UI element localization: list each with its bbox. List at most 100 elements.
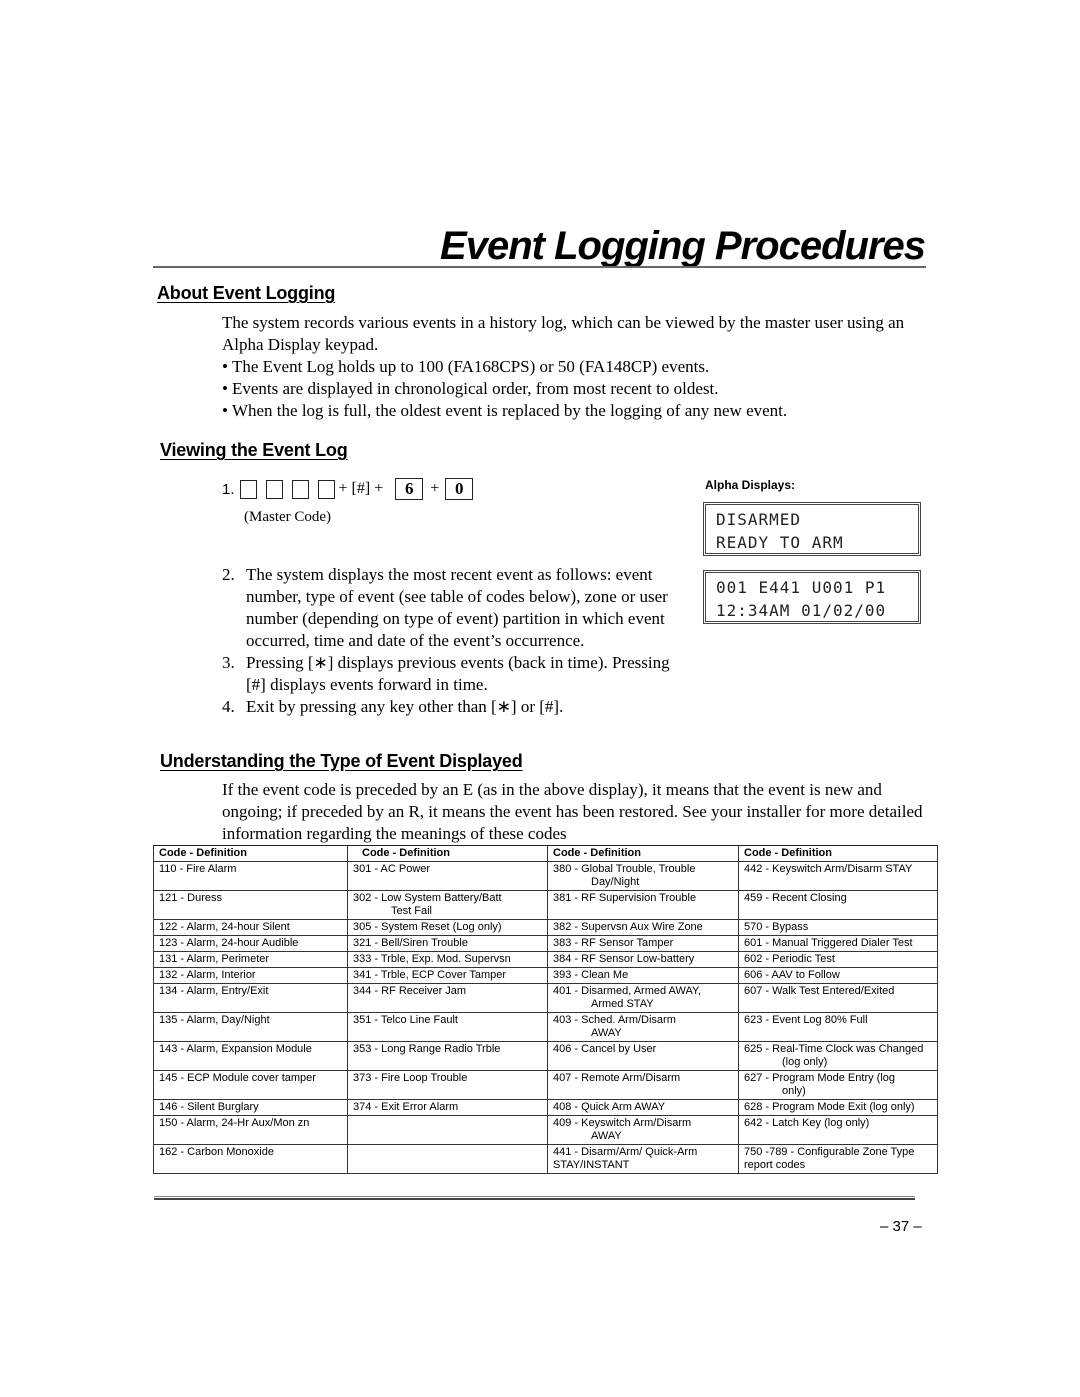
table-row: 143 - Alarm, Expansion Module 353 - Long … <box>153 1041 938 1071</box>
step-text: Pressing [∗] displays previous events (b… <box>246 653 670 694</box>
event-code-cell: 623 - Event Log 80% Full <box>738 1012 938 1042</box>
event-code-cell: 401 - Disarmed, Armed AWAY, Armed STAY <box>547 983 739 1013</box>
key-6: 6 <box>395 478 424 500</box>
event-code-cell: 384 - RF Sensor Low-battery <box>547 951 739 968</box>
master-code-digit-box <box>291 479 309 499</box>
table-row: 145 - ECP Module cover tamper 373 - Fire … <box>153 1070 938 1100</box>
event-code-cell: 380 - Global Trouble, Trouble Day/Night <box>547 861 739 891</box>
step-item: 3. Pressing [∗] displays previous events… <box>222 652 692 696</box>
cell-line-continued: Armed STAY <box>591 998 654 1010</box>
footer-divider <box>154 1198 915 1200</box>
event-code-cell: 642 - Latch Key (log only) <box>738 1115 938 1145</box>
event-code-cell: 150 - Alarm, 24-Hr Aux/Mon zn <box>153 1115 348 1145</box>
cell-line-continued: Day/Night <box>591 876 640 888</box>
event-code-cell <box>347 1115 548 1145</box>
master-code-digit-box <box>317 479 335 499</box>
master-code-label: (Master Code) <box>244 509 332 525</box>
event-code-cell: 383 - RF Sensor Tamper <box>547 935 739 952</box>
event-code-cell: 607 - Walk Test Entered/Exited <box>738 983 938 1013</box>
lcd-line: DISARMED <box>716 510 802 529</box>
event-code-cell: 146 - Silent Burglary <box>153 1099 348 1116</box>
event-code-cell: 459 - Recent Closing <box>738 890 938 920</box>
event-code-cell: 406 - Cancel by User <box>547 1041 739 1071</box>
cell-line: 302 - Low System Battery/Batt <box>353 892 502 904</box>
step-item: 2. The system displays the most recent e… <box>222 564 692 652</box>
understanding-paragraph: If the event code is preceded by an E (a… <box>222 780 923 843</box>
title-divider <box>153 266 926 268</box>
cell-line-continued: (log only) <box>782 1056 828 1068</box>
hash-key-text: + [#] + <box>338 480 384 497</box>
table-row: 131 - Alarm, Perimeter 333 - Trble, Exp. … <box>153 951 938 968</box>
about-bullet: The Event Log holds up to 100 (FA168CPS)… <box>222 356 942 378</box>
event-codes-table: Code - Definition Code - Definition Code… <box>153 845 938 1174</box>
event-code-cell: 122 - Alarm, 24-hour Silent <box>153 919 348 936</box>
cell-line: 401 - Disarmed, Armed AWAY, <box>553 985 701 997</box>
viewing-steps-list: 2. The system displays the most recent e… <box>222 564 692 718</box>
lcd-line: 12:34AM 01/02/00 <box>716 601 887 620</box>
event-code-cell: 321 - Bell/Siren Trouble <box>347 935 548 952</box>
about-bullet: When the log is full, the oldest event i… <box>222 400 942 422</box>
event-code-cell: 333 - Trble, Exp. Mod. Supervsn <box>347 951 548 968</box>
about-bullet-list: The Event Log holds up to 100 (FA168CPS)… <box>222 356 942 422</box>
event-code-cell: 407 - Remote Arm/Disarm <box>547 1070 739 1100</box>
event-code-cell: 145 - ECP Module cover tamper <box>153 1070 348 1100</box>
footer-divider <box>154 1196 915 1197</box>
key-0: 0 <box>445 478 474 500</box>
event-code-cell: 162 - Carbon Monoxide <box>153 1144 348 1174</box>
lcd-line: 001 E441 U001 P1 <box>716 578 887 597</box>
cell-line: 409 - Keyswitch Arm/Disarm <box>553 1117 692 1129</box>
lcd-line: READY TO ARM <box>716 533 844 552</box>
event-code-cell: 442 - Keyswitch Arm/Disarm STAY <box>738 861 938 891</box>
event-code-cell: 132 - Alarm, Interior <box>153 967 348 984</box>
table-row: 135 - Alarm, Day/Night 351 - Telco Line F… <box>153 1012 938 1042</box>
step-number: 2. <box>222 565 235 584</box>
about-bullet: Events are displayed in chronological or… <box>222 378 942 400</box>
event-code-cell: 131 - Alarm, Perimeter <box>153 951 348 968</box>
event-code-cell: 601 - Manual Triggered Dialer Test <box>738 935 938 952</box>
step-1-key-sequence: 1. + [#] + 6 + 0 <box>222 478 474 500</box>
master-code-digit-box <box>265 479 283 499</box>
event-code-cell: 381 - RF Supervision Trouble <box>547 890 739 920</box>
understanding-event-type-heading: Understanding the Type of Event Displaye… <box>160 751 523 771</box>
alpha-displays-label: Alpha Displays: <box>705 478 796 492</box>
cell-line-continued: only) <box>782 1085 806 1097</box>
event-code-cell: 344 - RF Receiver Jam <box>347 983 548 1013</box>
event-code-cell: 393 - Clean Me <box>547 967 739 984</box>
event-code-cell: 301 - AC Power <box>347 861 548 891</box>
event-code-cell: 441 - Disarm/Arm/ Quick-Arm STAY/INSTANT <box>547 1144 739 1174</box>
cell-line: 403 - Sched. Arm/Disarm <box>553 1014 676 1026</box>
cell-line: 750 -789 - Configurable Zone Type <box>744 1146 915 1158</box>
event-code-cell: 409 - Keyswitch Arm/Disarm AWAY <box>547 1115 739 1145</box>
event-code-cell: 353 - Long Range Radio Trble <box>347 1041 548 1071</box>
cell-line: 627 - Program Mode Entry (log <box>744 1072 896 1084</box>
alpha-display-event: 001 E441 U001 P1 12:34AM 01/02/00 <box>703 570 921 624</box>
page-title: Event Logging Procedures <box>440 224 926 268</box>
table-row: 132 - Alarm, Interior 341 - Trble, ECP Co… <box>153 967 938 984</box>
event-code-cell: 110 - Fire Alarm <box>153 861 348 891</box>
event-code-cell: 403 - Sched. Arm/Disarm AWAY <box>547 1012 739 1042</box>
event-code-cell: 134 - Alarm, Entry/Exit <box>153 983 348 1013</box>
table-row: 121 - Duress 302 - Low System Battery/Bat… <box>153 890 938 920</box>
cell-line-continued: Test Fail <box>391 905 432 917</box>
column-header: Code - Definition <box>738 845 938 862</box>
about-event-logging-heading: About Event Logging <box>157 283 336 303</box>
page-number: – 37 – <box>880 1218 922 1235</box>
event-code-cell: 135 - Alarm, Day/Night <box>153 1012 348 1042</box>
step-number: 3. <box>222 653 235 672</box>
step-text: The system displays the most recent even… <box>246 565 668 650</box>
step-item: 4. Exit by pressing any key other than [… <box>222 696 692 718</box>
table-row: 162 - Carbon Monoxide 441 - Disarm/Arm/ Q… <box>153 1144 938 1174</box>
step-1-number: 1. <box>222 480 235 498</box>
table-row: 110 - Fire Alarm 301 - AC Power 380 - Glob… <box>153 861 938 891</box>
event-code-cell: 606 - AAV to Follow <box>738 967 938 984</box>
event-code-cell: 382 - Supervsn Aux Wire Zone <box>547 919 739 936</box>
step-number: 4. <box>222 697 235 716</box>
event-code-cell: 351 - Telco Line Fault <box>347 1012 548 1042</box>
cell-line: 380 - Global Trouble, Trouble <box>553 863 696 875</box>
column-header: Code - Definition <box>347 845 548 862</box>
table-row: 146 - Silent Burglary 374 - Exit Error Al… <box>153 1099 938 1116</box>
event-code-cell: 625 - Real-Time Clock was Changed (log on… <box>738 1041 938 1071</box>
table-header-row: Code - Definition Code - Definition Code… <box>153 845 938 862</box>
cell-line: 441 - Disarm/Arm/ Quick-Arm <box>553 1146 698 1158</box>
viewing-event-log-heading: Viewing the Event Log <box>160 440 348 460</box>
